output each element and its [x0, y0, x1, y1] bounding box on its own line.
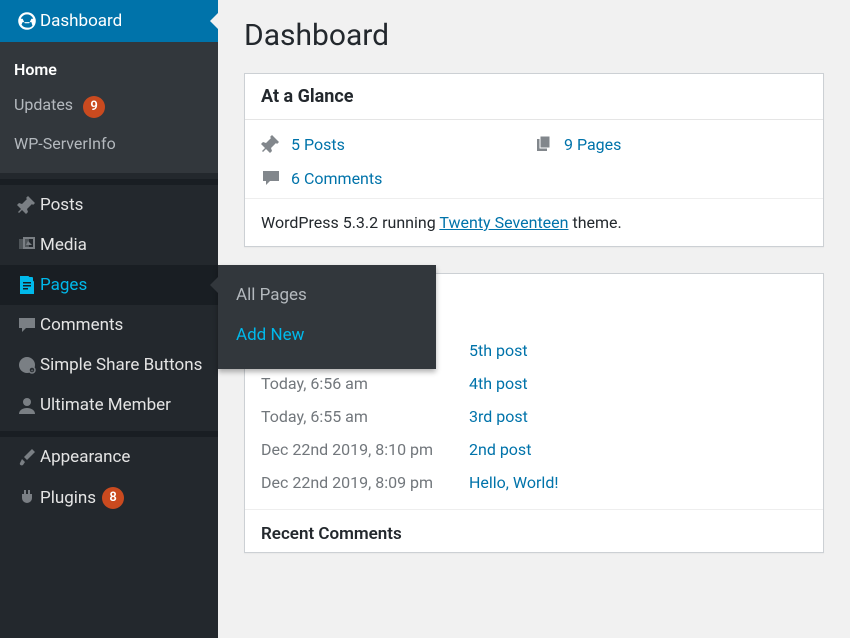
activity-date: Today, 6:55 am	[261, 407, 461, 426]
media-icon	[14, 235, 40, 255]
pages-flyout: All Pages Add New	[218, 265, 436, 369]
sidebar-label-pages: Pages	[40, 275, 87, 295]
recent-comments-heading: Recent Comments	[245, 509, 823, 552]
glance-running-after: theme.	[568, 213, 621, 232]
admin-sidebar: Dashboard Home Updates 9 WP-ServerInfo P…	[0, 0, 218, 638]
activity-post-link[interactable]: 3rd post	[469, 407, 528, 426]
glance-comments[interactable]: 6 Comments	[261, 168, 534, 188]
sidebar-item-comments[interactable]: Comments	[0, 305, 218, 345]
sidebar-label-appearance: Appearance	[40, 447, 130, 467]
glance-comments-link: 6 Comments	[291, 169, 382, 188]
glance-posts[interactable]: 5 Posts	[261, 134, 534, 154]
sidebar-label-simple-share: Simple Share Buttons	[40, 355, 202, 375]
sidebar-item-ultimate-member[interactable]: Ultimate Member	[0, 385, 218, 425]
glance-posts-link: 5 Posts	[291, 135, 345, 154]
glance-theme-link[interactable]: Twenty Seventeen	[439, 213, 568, 232]
activity-post-link[interactable]: 2nd post	[469, 440, 531, 459]
comment-icon	[14, 315, 40, 335]
activity-row: Today, 6:56 am 4th post	[261, 367, 807, 400]
sidebar-label-ultimate-member: Ultimate Member	[40, 395, 171, 415]
sidebar-item-simple-share[interactable]: + Simple Share Buttons	[0, 345, 218, 385]
activity-row: Dec 22nd 2019, 8:10 pm 2nd post	[261, 433, 807, 466]
glance-running-before: WordPress 5.3.2 running	[261, 213, 439, 232]
glance-pages[interactable]: 9 Pages	[534, 134, 807, 154]
at-a-glance-panel: At a Glance 5 Posts 6 Comments	[244, 73, 824, 247]
glance-footer: WordPress 5.3.2 running Twenty Seventeen…	[245, 198, 823, 246]
sidebar-subitem-updates-label: Updates	[14, 95, 73, 114]
sidebar-label-plugins: Plugins	[40, 488, 96, 508]
sidebar-label-dashboard: Dashboard	[40, 11, 122, 31]
activity-post-link[interactable]: Hello, World!	[469, 473, 558, 492]
sidebar-label-posts: Posts	[40, 195, 83, 215]
svg-text:+: +	[31, 368, 34, 374]
sidebar-item-plugins[interactable]: Plugins 8	[0, 477, 218, 519]
pin-icon	[261, 134, 281, 154]
brush-icon	[14, 447, 40, 467]
sidebar-subitem-updates[interactable]: Updates 9	[0, 87, 218, 126]
sidebar-label-media: Media	[40, 235, 87, 255]
plug-icon	[14, 488, 40, 508]
activity-date: Dec 22nd 2019, 8:09 pm	[261, 473, 461, 492]
activity-post-link[interactable]: 4th post	[469, 374, 528, 393]
activity-date: Today, 6:56 am	[261, 374, 461, 393]
sidebar-item-appearance[interactable]: Appearance	[0, 437, 218, 477]
at-a-glance-heading: At a Glance	[245, 74, 823, 120]
dashboard-icon	[14, 10, 40, 32]
activity-row: Today, 6:55 am 3rd post	[261, 400, 807, 433]
sidebar-subnav-dashboard: Home Updates 9 WP-ServerInfo	[0, 42, 218, 173]
comment-icon	[261, 168, 281, 188]
page-icon	[14, 275, 40, 295]
pages-icon	[534, 134, 554, 154]
sidebar-item-dashboard[interactable]: Dashboard	[0, 0, 218, 42]
sidebar-item-pages[interactable]: Pages All Pages Add New	[0, 265, 218, 305]
pin-icon	[14, 195, 40, 215]
activity-post-link[interactable]: 5th post	[469, 341, 528, 360]
share-icon: +	[14, 355, 40, 375]
flyout-add-new[interactable]: Add New	[218, 315, 436, 355]
updates-badge: 9	[83, 96, 105, 118]
sidebar-subitem-home[interactable]: Home	[0, 52, 218, 87]
page-title: Dashboard	[244, 18, 824, 53]
user-icon	[14, 395, 40, 415]
activity-row: Dec 22nd 2019, 8:09 pm Hello, World!	[261, 466, 807, 499]
sidebar-item-media[interactable]: Media	[0, 225, 218, 265]
sidebar-subitem-serverinfo[interactable]: WP-ServerInfo	[0, 126, 218, 161]
flyout-all-pages[interactable]: All Pages	[218, 275, 436, 315]
activity-date: Dec 22nd 2019, 8:10 pm	[261, 440, 461, 459]
sidebar-item-posts[interactable]: Posts	[0, 185, 218, 225]
plugins-badge: 8	[102, 487, 124, 509]
sidebar-label-comments: Comments	[40, 315, 123, 335]
glance-pages-link: 9 Pages	[564, 135, 621, 154]
